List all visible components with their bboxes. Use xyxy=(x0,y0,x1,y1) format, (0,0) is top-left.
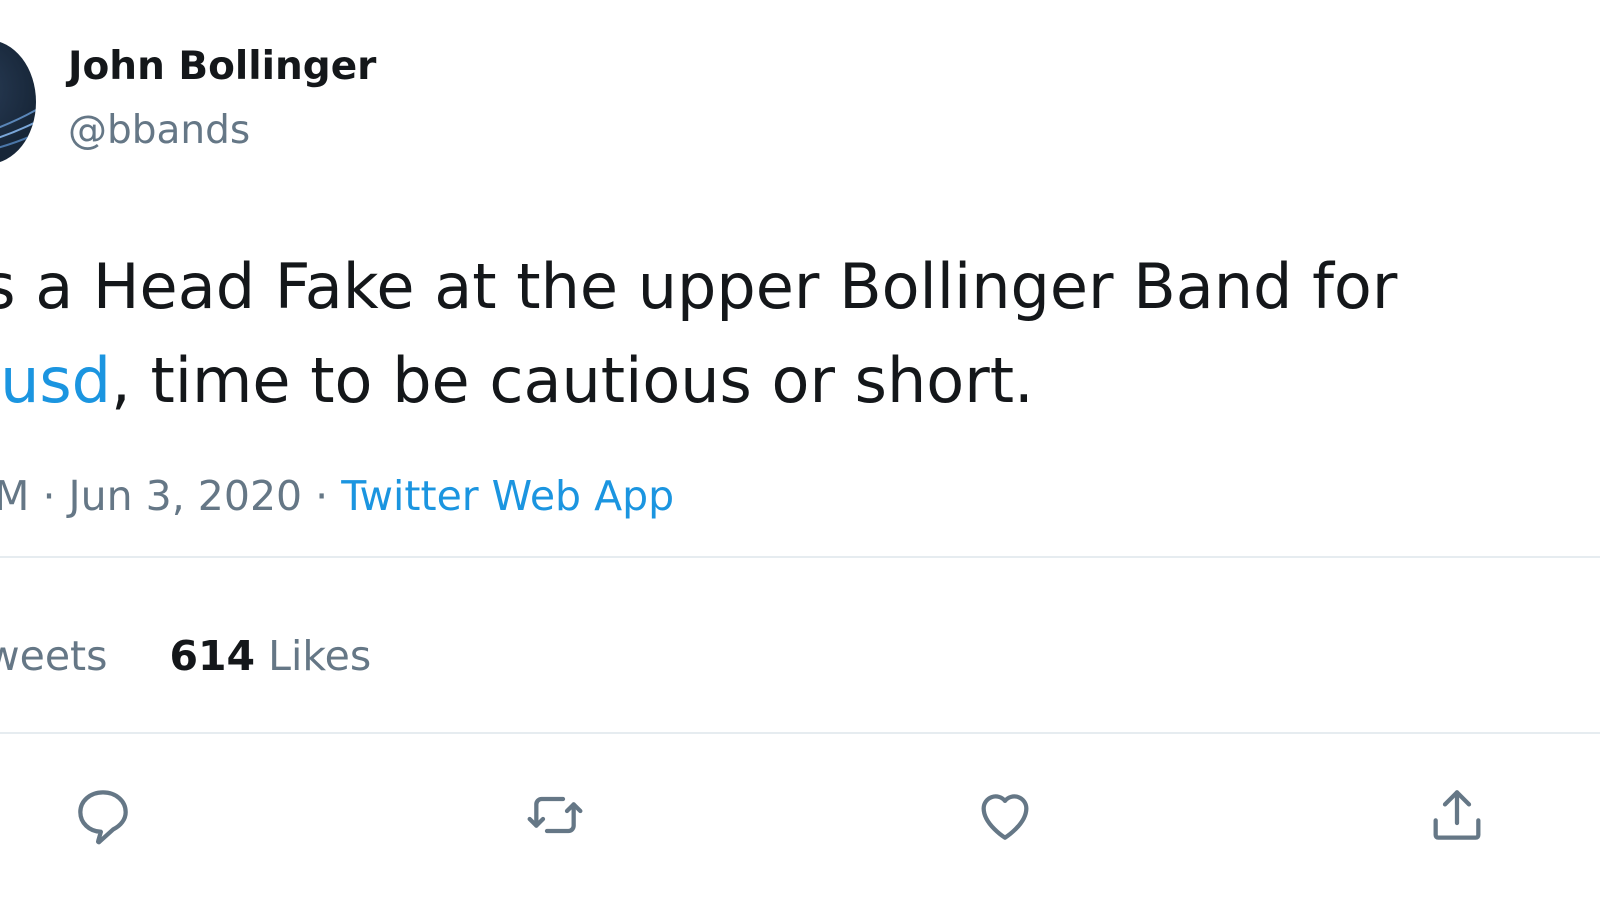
tweet-date[interactable]: Jun 3, 2020 xyxy=(69,472,303,520)
share-icon xyxy=(1433,790,1481,840)
tweet-actions xyxy=(0,780,1600,850)
avatar-image xyxy=(0,109,36,149)
tweet-line-2: cusd, time to be cautious or short. xyxy=(0,334,1397,428)
divider-top xyxy=(0,556,1600,558)
author-handle[interactable]: @bbands xyxy=(68,108,250,153)
cashtag-link[interactable]: cusd xyxy=(0,344,111,417)
author-display-name[interactable]: John Bollinger xyxy=(68,44,376,89)
meta-separator: · xyxy=(29,472,69,520)
meta-separator-2: · xyxy=(302,472,342,520)
like-button[interactable] xyxy=(970,780,1040,850)
share-button[interactable] xyxy=(1422,780,1492,850)
tweet-line-2-text: , time to be cautious or short. xyxy=(111,344,1034,417)
divider-bottom xyxy=(0,732,1600,734)
retweet-button[interactable] xyxy=(520,780,590,850)
tweet-source-link[interactable]: Twitter Web App xyxy=(341,472,674,520)
retweet-icon xyxy=(527,796,583,834)
heart-icon xyxy=(981,794,1029,840)
likes-stat[interactable]: 614 Likes xyxy=(170,632,372,680)
retweets-stat[interactable]: tweets xyxy=(0,632,108,680)
reply-icon xyxy=(78,790,128,845)
avatar[interactable] xyxy=(0,40,36,164)
tweet-meta: AM · Jun 3, 2020 · Twitter Web App xyxy=(0,472,674,520)
tweet-stats: tweets 614 Likes xyxy=(0,632,371,680)
reply-button[interactable] xyxy=(68,780,138,850)
tweet-line-1: is a Head Fake at the upper Bollinger Ba… xyxy=(0,250,1398,323)
likes-count: 614 xyxy=(169,632,256,680)
likes-label: Likes xyxy=(268,632,372,680)
tweet-detail: John Bollinger @bbands is a Head Fake at… xyxy=(0,0,1600,900)
tweet-time[interactable]: AM xyxy=(0,472,29,520)
retweets-label: tweets xyxy=(0,632,108,680)
tweet-text: is a Head Fake at the upper Bollinger Ba… xyxy=(0,240,1397,428)
